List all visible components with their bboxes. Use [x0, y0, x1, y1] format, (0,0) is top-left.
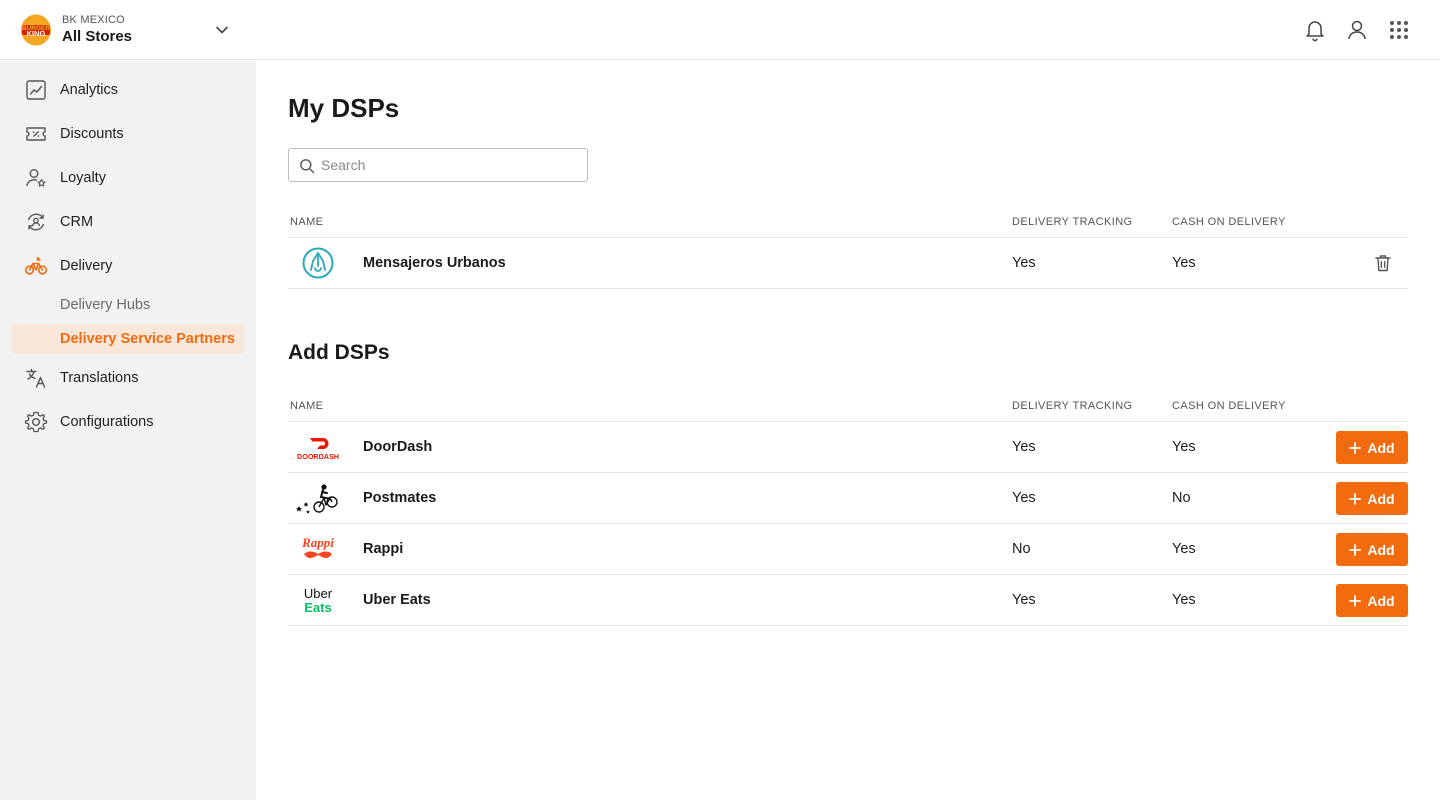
dsp-cash-on-delivery: Yes	[1172, 541, 1196, 557]
column-header-name: NAME	[290, 216, 324, 228]
sidebar-item-delivery[interactable]: Delivery	[12, 246, 244, 286]
table-row: Mensajeros Urbanos Yes Yes	[288, 238, 1408, 289]
table-row: Postmates Yes No Add	[288, 473, 1408, 524]
main-content: My DSPs NAME DELIVERY TRACKING CASH ON D…	[256, 61, 1440, 800]
dsp-delivery-tracking: Yes	[1012, 255, 1036, 271]
dsp-delivery-tracking: Yes	[1012, 592, 1036, 608]
apps-grid-icon[interactable]	[1386, 17, 1412, 43]
svg-text:DOORDASH: DOORDASH	[297, 452, 339, 461]
doordash-logo: DOORDASH	[297, 438, 339, 461]
my-dsps-table: NAME DELIVERY TRACKING CASH ON DELIVERY …	[288, 210, 1408, 289]
discount-icon	[26, 127, 46, 141]
add-uber-eats-button[interactable]: Add	[1336, 584, 1408, 617]
plus-icon	[1349, 441, 1362, 454]
dsp-name: Rappi	[363, 541, 404, 557]
plus-icon	[1349, 543, 1362, 556]
table-row: Rappi Rappi No Yes Add	[288, 524, 1408, 575]
dsp-name: DoorDash	[363, 439, 433, 455]
table-header: NAME DELIVERY TRACKING CASH ON DELIVERY	[288, 210, 1408, 238]
sidebar-item-crm[interactable]: CRM	[12, 202, 244, 242]
uber-eats-logo: Uber Eats	[304, 586, 333, 615]
column-header-name: NAME	[290, 400, 324, 412]
gear-icon	[24, 411, 48, 433]
sidebar-item-loyalty[interactable]: Loyalty	[12, 158, 244, 198]
add-postmates-button[interactable]: Add	[1336, 482, 1408, 515]
svg-text:KING: KING	[27, 29, 46, 38]
add-button-label: Add	[1367, 490, 1395, 507]
dsp-cash-on-delivery: Yes	[1172, 439, 1196, 455]
org-name: BK MEXICO	[62, 14, 125, 26]
dsp-cash-on-delivery: Yes	[1172, 592, 1196, 608]
search-box[interactable]	[288, 148, 588, 182]
column-header-cash-on-delivery: CASH ON DELIVERY	[1172, 216, 1286, 228]
table-header: NAME DELIVERY TRACKING CASH ON DELIVERY	[288, 394, 1408, 422]
sidebar-item-configurations[interactable]: Configurations	[12, 402, 244, 442]
user-icon[interactable]	[1344, 17, 1370, 43]
mensajeros-urbanos-logo	[302, 247, 334, 279]
add-doordash-button[interactable]: Add	[1336, 431, 1408, 464]
sidebar-item-label: CRM	[60, 214, 94, 230]
sidebar-subitem-delivery-hubs[interactable]: Delivery Hubs	[12, 290, 244, 320]
dsp-name: Uber Eats	[363, 592, 431, 608]
dsp-name: Postmates	[363, 490, 437, 506]
trash-icon[interactable]	[1373, 253, 1393, 273]
column-header-delivery-tracking: DELIVERY TRACKING	[1012, 216, 1133, 228]
page-title: My DSPs	[288, 93, 400, 123]
postmates-logo	[296, 484, 338, 514]
sidebar-item-label: Loyalty	[60, 170, 106, 186]
dsp-delivery-tracking: No	[1012, 541, 1031, 557]
add-button-label: Add	[1367, 592, 1395, 609]
org-switcher[interactable]: BK MEXICO All Stores	[62, 14, 132, 45]
bell-icon[interactable]	[1302, 17, 1328, 43]
svg-text:Uber: Uber	[304, 586, 333, 601]
sidebar-item-analytics[interactable]: Analytics	[12, 70, 244, 110]
sidebar-item-label: Analytics	[60, 82, 119, 98]
sidebar-item-label: Delivery	[60, 258, 113, 274]
add-button-label: Add	[1367, 541, 1395, 558]
sidebar-item-label: Discounts	[60, 126, 124, 142]
add-dsps-title: Add DSPs	[288, 341, 390, 364]
plus-icon	[1349, 492, 1362, 505]
table-row: Uber Eats Uber Eats Yes Yes Add	[288, 575, 1408, 626]
search-icon	[300, 159, 315, 174]
rappi-logo: Rappi	[301, 535, 334, 558]
bike-icon	[24, 257, 48, 275]
analytics-icon	[26, 80, 46, 100]
sidebar-item-discounts[interactable]: Discounts	[12, 114, 244, 154]
column-header-delivery-tracking: DELIVERY TRACKING	[1012, 400, 1133, 412]
sidebar-item-label: Translations	[60, 370, 139, 386]
loyalty-icon	[26, 169, 46, 187]
dsp-cash-on-delivery: Yes	[1172, 255, 1196, 271]
top-bar: BURGER KING BK MEXICO All Stores	[0, 0, 1440, 60]
svg-text:Rappi: Rappi	[301, 535, 334, 550]
dsp-name: Mensajeros Urbanos	[363, 255, 506, 271]
chevron-down-icon[interactable]	[212, 20, 232, 40]
dsp-delivery-tracking: Yes	[1012, 439, 1036, 455]
dsp-delivery-tracking: Yes	[1012, 490, 1036, 506]
column-header-cash-on-delivery: CASH ON DELIVERY	[1172, 400, 1286, 412]
sidebar: Analytics Discounts Loyalty CRM Delivery…	[0, 61, 256, 800]
translate-icon	[26, 368, 46, 388]
sidebar-item-label: Configurations	[60, 414, 154, 430]
sidebar-item-translations[interactable]: Translations	[12, 358, 244, 398]
burger-king-logo[interactable]: BURGER KING	[20, 14, 52, 46]
svg-text:Eats: Eats	[304, 600, 331, 615]
add-rappi-button[interactable]: Add	[1336, 533, 1408, 566]
crm-icon	[27, 213, 45, 231]
add-button-label: Add	[1367, 439, 1395, 456]
dsp-cash-on-delivery: No	[1172, 490, 1191, 506]
table-row: DOORDASH DoorDash Yes Yes Add	[288, 422, 1408, 473]
search-input[interactable]	[321, 149, 581, 181]
sidebar-subitem-delivery-service-partners[interactable]: Delivery Service Partners	[12, 324, 244, 354]
add-dsps-table: NAME DELIVERY TRACKING CASH ON DELIVERY …	[288, 394, 1408, 626]
store-name: All Stores	[62, 28, 133, 45]
plus-icon	[1349, 594, 1362, 607]
